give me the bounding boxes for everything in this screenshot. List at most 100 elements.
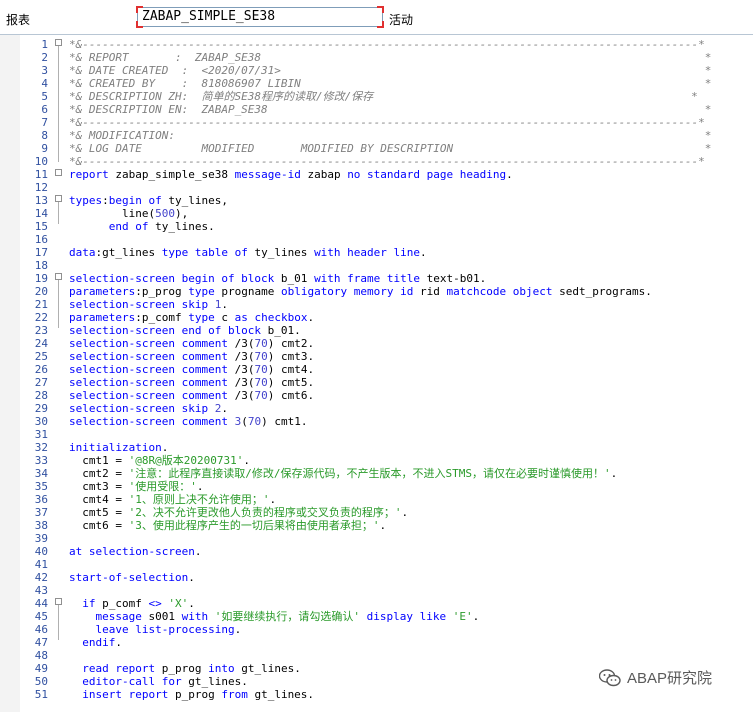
code-line[interactable]: 27 selection-screen comment /3(70) cmt5. [0,376,753,389]
code-line[interactable]: 20 parameters:p_prog type progname obliga… [0,285,753,298]
code-token: 70 [254,389,268,402]
watermark-text: ABAP研究院 [627,670,713,687]
code-line[interactable]: 42 start-of-selection. [0,571,753,584]
code-line[interactable]: 31 [0,428,753,441]
code-token: :p_comf [135,311,189,324]
line-number: 22 [34,311,48,324]
code-line[interactable]: 18 [0,259,753,272]
code-line[interactable]: 44 if p_comf <> 'X'. [0,597,753,610]
code-text: *& REPORT : ZABAP_SE38 * [69,51,711,64]
code-line[interactable]: 40 at selection-screen. [0,545,753,558]
code-token: message [95,610,142,623]
line-number: 24 [34,337,48,350]
code-line[interactable]: 15 end of ty_lines. [0,220,753,233]
code-line[interactable]: 23 selection-screen end of block b_01. [0,324,753,337]
code-token: . [401,506,409,519]
code-line[interactable]: 39 [0,532,753,545]
code-token: . [234,623,242,636]
line-number: 31 [34,428,48,441]
code-token: selection-screen skip [69,402,209,415]
code-token: initialization [69,441,162,454]
code-line[interactable]: 13 types:begin of ty_lines, [0,194,753,207]
code-text: report zabap_simple_se38 message-id zaba… [69,168,513,181]
code-line[interactable]: 9 *& LOG DATE MODIFIED MODIFIED BY DESCRI… [0,142,753,155]
code-line[interactable]: 5 *& DESCRIPTION ZH: 简单的SE38程序的读取/修改/保存 * [0,90,753,103]
abap-code-editor[interactable]: 1 *&-------------------------------------… [0,34,753,712]
line-number: 38 [34,519,48,532]
line-number: 39 [34,532,48,545]
line-number: 9 [41,142,48,155]
code-token: '2、决不允许更改他人负责的程序或交叉负责的程序；' [128,506,402,519]
code-line[interactable]: 4 *& CREATED BY : 818086907 LIBIN * [0,77,753,90]
code-text: *& DESCRIPTION ZH: 简单的SE38程序的读取/修改/保存 * [69,90,698,103]
code-line[interactable]: 29 selection-screen skip 2. [0,402,753,415]
code-line[interactable]: 26 selection-screen comment /3(70) cmt4. [0,363,753,376]
code-text: leave list-processing. [69,623,242,636]
code-token: ) cmt6. [267,389,315,402]
code-line[interactable]: 38 cmt6 = '3、使用此程序产生的一切后果将由使用者承担；'. [0,519,753,532]
code-token: with header line [314,246,421,259]
code-text: parameters:p_prog type progname obligato… [69,285,652,298]
program-status-label: 活动 [389,13,414,27]
code-line[interactable]: 36 cmt4 = '1、原则上决不允许使用；'. [0,493,753,506]
code-line[interactable]: 19 selection-screen begin of block b_01 w… [0,272,753,285]
code-line[interactable]: 2 *& REPORT : ZABAP_SE38 * [0,51,753,64]
code-token: /3( [227,389,255,402]
code-line[interactable]: 21 selection-screen skip 1. [0,298,753,311]
code-token: cmt3 = [69,480,129,493]
code-token: p_prog [155,662,209,675]
code-text: parameters:p_comf type c as checkbox. [69,311,314,324]
code-line[interactable]: 12 [0,181,753,194]
code-token: /3( [227,376,255,389]
code-token: . [379,519,387,532]
code-line[interactable]: 48 [0,649,753,662]
code-text: selection-screen comment /3(70) cmt3. [69,350,314,363]
code-line[interactable]: 51 insert report p_prog from gt_lines. [0,688,753,701]
line-number: 8 [41,129,48,142]
code-text: message s001 with '如要继续执行，请勾选确认' display… [69,610,480,623]
code-text: initialization. [69,441,168,454]
line-number: 29 [34,402,48,415]
code-token: . [243,454,250,467]
code-line[interactable]: 25 selection-screen comment /3(70) cmt3. [0,350,753,363]
code-text: if p_comf <> 'X'. [69,597,195,610]
code-token: cmt1 = [69,454,129,467]
code-line[interactable]: 14 line(500), [0,207,753,220]
code-line[interactable]: 6 *& DESCRIPTION EN: ZABAP_SE38 * [0,103,753,116]
code-text: selection-screen begin of block b_01 wit… [69,272,486,285]
code-token: '3、使用此程序产生的一切后果将由使用者承担；' [128,519,380,532]
code-token: selection-screen comment [69,415,228,428]
code-line[interactable]: 7 *&-------------------------------------… [0,116,753,129]
code-line[interactable]: 24 selection-screen comment /3(70) cmt2. [0,337,753,350]
program-name-input[interactable]: ZABAP_SIMPLE_SE38 [136,6,384,28]
code-line[interactable]: 1 *&-------------------------------------… [0,38,753,51]
code-line[interactable]: 37 cmt5 = '2、决不允许更改他人负责的程序或交叉负责的程序；'. [0,506,753,519]
code-token: *& DESCRIPTION EN: ZABAP_SE38 * [69,103,712,116]
code-line[interactable]: 46 leave list-processing. [0,623,753,636]
code-line[interactable]: 35 cmt3 = '使用受限：'. [0,480,753,493]
code-line[interactable]: 11 report zabap_simple_se38 message-id za… [0,168,753,181]
code-line[interactable]: 3 *& DATE CREATED : <2020/07/31> * [0,64,753,77]
code-line[interactable]: 28 selection-screen comment /3(70) cmt6. [0,389,753,402]
code-line[interactable]: 47 endif. [0,636,753,649]
code-line[interactable]: 16 [0,233,753,246]
code-line[interactable]: 33 cmt1 = '@8R@版本20200731'. [0,454,753,467]
code-line[interactable]: 41 [0,558,753,571]
code-text: selection-screen comment 3(70) cmt1. [69,415,307,428]
code-line[interactable]: 8 *& MODIFICATION: * [0,129,753,142]
code-line[interactable]: 17 data:gt_lines type table of ty_lines w… [0,246,753,259]
code-token: *&--------------------------------------… [69,116,705,129]
code-line[interactable]: 22 parameters:p_comf type c as checkbox. [0,311,753,324]
code-token: /3( [227,363,255,376]
code-line[interactable]: 30 selection-screen comment 3(70) cmt1. [0,415,753,428]
code-line[interactable]: 10 *&------------------------------------… [0,155,753,168]
code-token: '使用受限：' [128,480,197,493]
code-line[interactable]: 45 message s001 with '如要继续执行，请勾选确认' disp… [0,610,753,623]
code-token: ) cmt3. [267,350,315,363]
code-line[interactable]: 34 cmt2 = '注意：此程序直接读取/修改/保存源代码，不产生版本，不进入… [0,467,753,480]
code-line[interactable]: 32 initialization. [0,441,753,454]
line-number: 14 [34,207,48,220]
code-line[interactable]: 43 [0,584,753,597]
code-token: s001 [141,610,182,623]
